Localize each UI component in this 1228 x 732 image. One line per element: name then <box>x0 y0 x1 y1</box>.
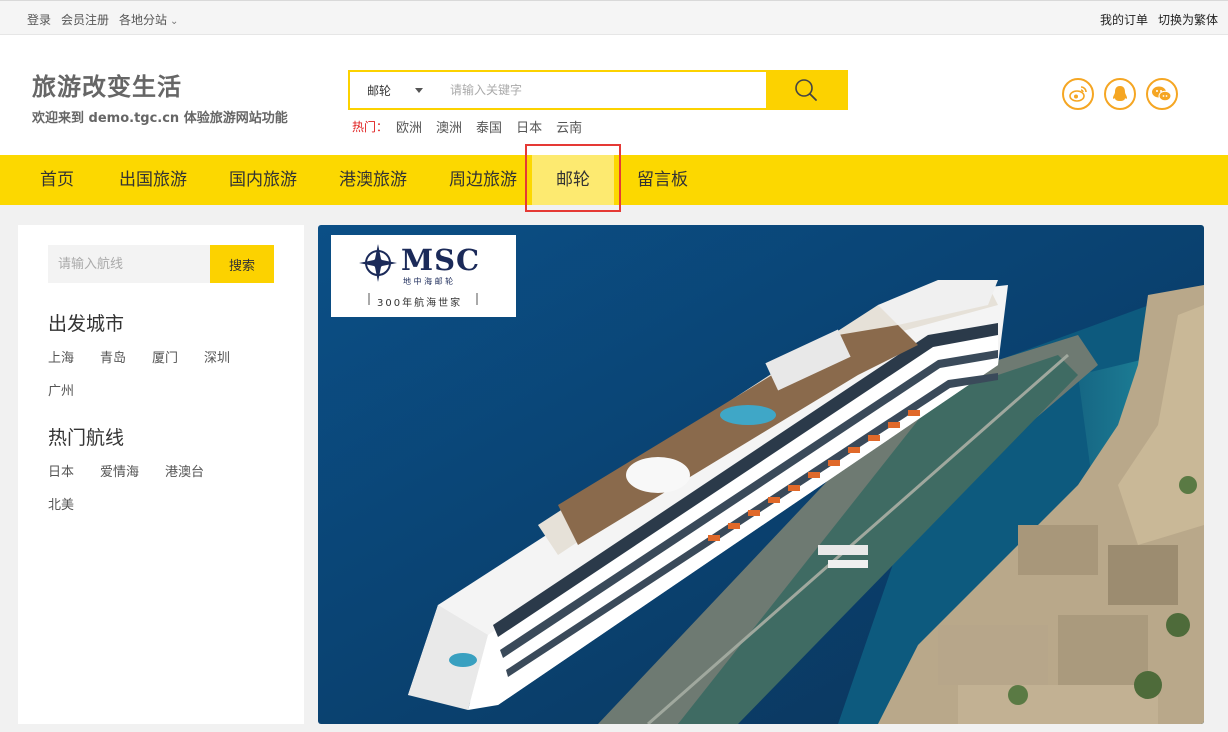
nav-item-domestic[interactable]: 国内旅游 <box>229 155 297 205</box>
search-icon <box>795 79 817 101</box>
nav-item-hk-macau[interactable]: 港澳旅游 <box>339 155 407 205</box>
header: 旅游改变生活 欢迎来到 demo.tgc.cn 体验旅游网站功能 邮轮 热门： … <box>0 35 1228 155</box>
chevron-down-icon: ⌄ <box>170 16 179 27</box>
my-orders-link[interactable]: 我的订单 <box>1100 11 1148 28</box>
top-bar-left: 登录 会员注册 各地分站 ⌄ <box>27 11 178 28</box>
qq-icon <box>1113 86 1127 101</box>
departure-city-list: 上海 青岛 厦门 深圳 <box>48 347 256 366</box>
branches-label: 各地分站 <box>119 13 168 27</box>
hot-keyword[interactable]: 澳洲 <box>436 117 462 136</box>
register-link[interactable]: 会员注册 <box>61 11 109 28</box>
msc-logo: MSC 地 中 海 邮 轮 300年航海世家 <box>331 235 516 317</box>
top-bar: 登录 会员注册 各地分站 ⌄ 我的订单 切换为繁体 <box>0 0 1228 35</box>
search-bar: 邮轮 <box>348 70 848 110</box>
site-title[interactable]: 旅游改变生活 <box>32 67 182 102</box>
hot-keywords: 热门： 欧洲 澳洲 泰国 日本 云南 <box>352 117 582 136</box>
nav-item-home[interactable]: 首页 <box>40 155 74 205</box>
hot-routes-heading: 热门航线 <box>48 427 125 449</box>
nav-item-cruise[interactable]: 邮轮 <box>532 155 614 205</box>
msc-tagline: 300年航海世家 <box>377 298 463 309</box>
weibo-icon <box>1069 86 1087 102</box>
route-search-input[interactable] <box>48 245 210 283</box>
hot-routes-list-2: 北美 <box>48 494 100 513</box>
qq-button[interactable] <box>1104 78 1136 110</box>
city-link[interactable]: 青岛 <box>100 347 126 366</box>
hot-keyword[interactable]: 日本 <box>516 117 542 136</box>
dropdown-arrow-icon <box>415 87 423 93</box>
city-link[interactable]: 厦门 <box>152 347 178 366</box>
branches-dropdown[interactable]: 各地分站 ⌄ <box>119 11 178 28</box>
city-link[interactable]: 深圳 <box>204 347 230 366</box>
route-search: 搜索 <box>48 245 274 283</box>
top-bar-right: 我的订单 切换为繁体 <box>1100 11 1218 28</box>
city-link[interactable]: 上海 <box>48 347 74 366</box>
msc-brand: MSC <box>401 243 481 277</box>
switch-traditional-link[interactable]: 切换为繁体 <box>1158 11 1218 28</box>
route-link[interactable]: 爱情海 <box>100 461 139 480</box>
search-category-select[interactable]: 邮轮 <box>350 72 440 108</box>
route-link[interactable]: 北美 <box>48 494 74 513</box>
hot-keyword[interactable]: 泰国 <box>476 117 502 136</box>
wechat-button[interactable] <box>1146 78 1178 110</box>
nav-item-guestbook[interactable]: 留言板 <box>637 155 688 205</box>
search-button[interactable] <box>766 72 846 108</box>
hot-keyword[interactable]: 欧洲 <box>396 117 422 136</box>
social-links <box>1062 78 1178 110</box>
departure-city-list-2: 广州 <box>48 380 100 399</box>
route-link[interactable]: 日本 <box>48 461 74 480</box>
search-input[interactable] <box>440 72 766 108</box>
hot-label: 热门： <box>352 120 389 134</box>
nav-item-nearby[interactable]: 周边旅游 <box>449 155 517 205</box>
cruise-banner[interactable]: MSC 地 中 海 邮 轮 300年航海世家 <box>318 225 1204 724</box>
city-link[interactable]: 广州 <box>48 380 74 399</box>
route-search-button[interactable]: 搜索 <box>210 245 274 283</box>
login-link[interactable]: 登录 <box>27 11 51 28</box>
weibo-button[interactable] <box>1062 78 1094 110</box>
nav-item-outbound[interactable]: 出国旅游 <box>119 155 187 205</box>
sidebar: 搜索 出发城市 上海 青岛 厦门 深圳 广州 热门航线 日本 爱情海 港澳台 北… <box>18 225 304 724</box>
route-link[interactable]: 港澳台 <box>165 461 204 480</box>
hot-routes-list: 日本 爱情海 港澳台 <box>48 461 230 480</box>
wechat-icon <box>1152 86 1172 102</box>
site-subtitle: 欢迎来到 demo.tgc.cn 体验旅游网站功能 <box>32 111 288 126</box>
hot-keyword[interactable]: 云南 <box>556 117 582 136</box>
main-nav: 首页 出国旅游 国内旅游 港澳旅游 周边旅游 邮轮 留言板 <box>0 144 1228 212</box>
msc-brand-sub: 地 中 海 邮 轮 <box>403 277 454 286</box>
departure-city-heading: 出发城市 <box>48 313 125 335</box>
search-category-label: 邮轮 <box>366 83 391 98</box>
